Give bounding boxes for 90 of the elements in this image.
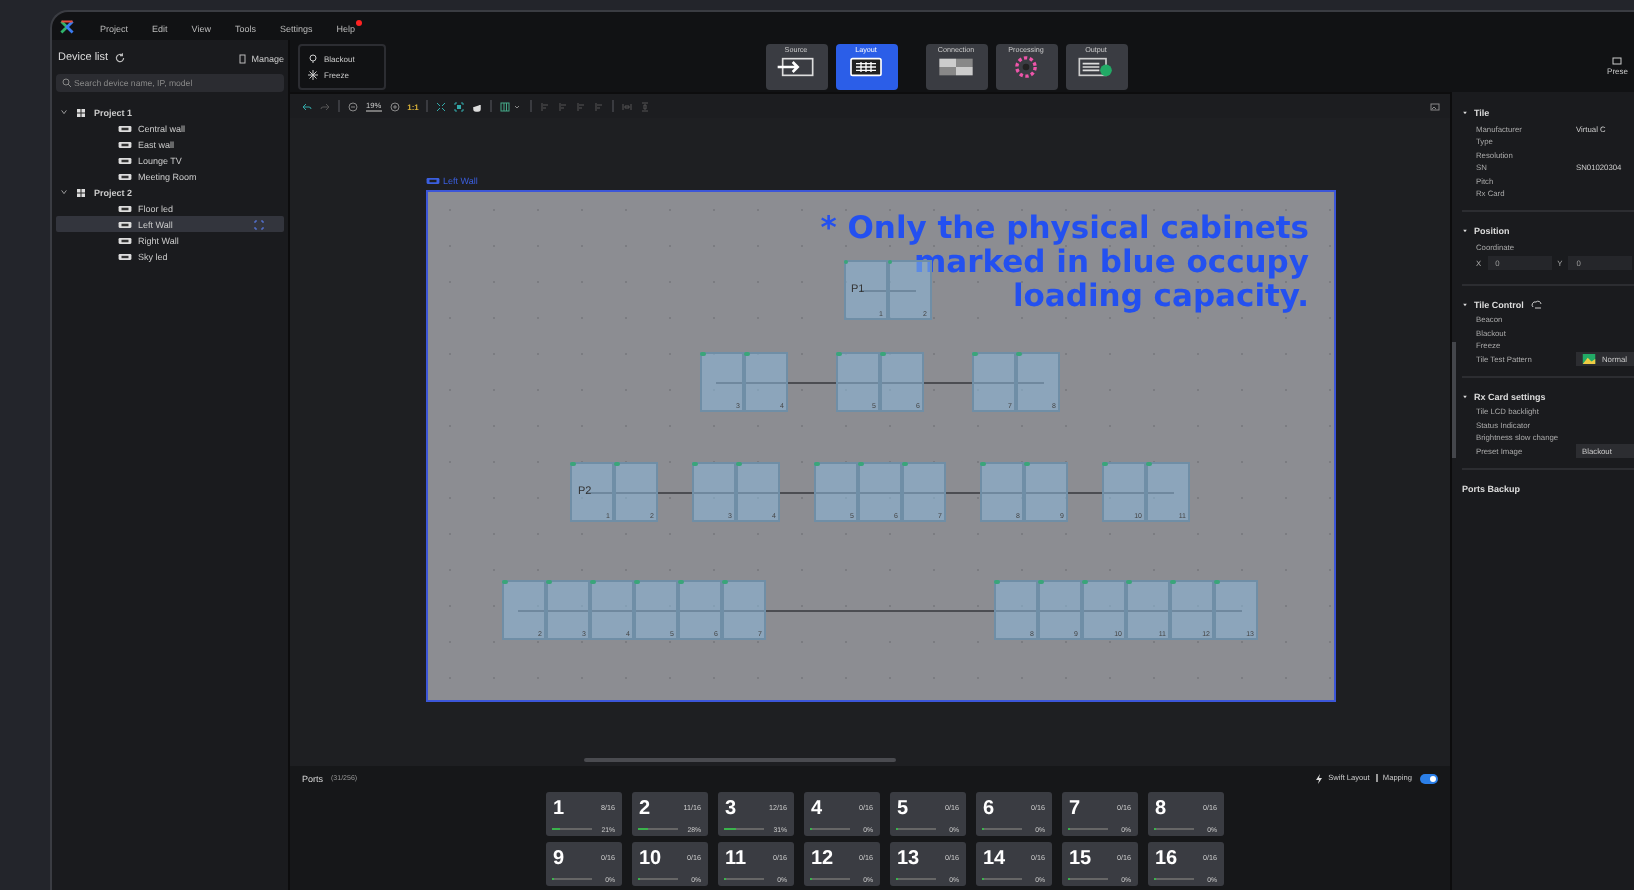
status-dot	[744, 351, 749, 356]
grid-icon	[74, 187, 88, 197]
status-dot	[722, 579, 727, 584]
status-dot	[736, 461, 741, 466]
grid-icon	[74, 107, 88, 117]
caret-icon[interactable]	[1462, 301, 1468, 307]
screen-icon	[118, 235, 132, 245]
caret-icon	[60, 108, 68, 116]
screen-icon	[1076, 55, 1116, 77]
note-line: loading capacity.	[1012, 279, 1309, 313]
port-number: 4	[811, 798, 823, 820]
status-dot	[994, 579, 999, 584]
port-number: 15	[1069, 848, 1092, 870]
grid-screen-icon	[846, 55, 886, 77]
device-icon	[237, 53, 248, 63]
snowflake-icon	[308, 69, 318, 79]
caret-icon[interactable]	[1462, 228, 1468, 234]
mapping-toggle[interactable]	[1420, 773, 1438, 783]
status-dot	[1102, 461, 1107, 466]
status-dot	[502, 579, 507, 584]
status-dot	[634, 579, 639, 584]
refresh-icon[interactable]	[114, 52, 127, 64]
port-number: 11	[725, 848, 747, 870]
port-number: 12	[811, 848, 834, 870]
port-number: 13	[897, 848, 920, 870]
search-icon	[62, 78, 72, 88]
screen-icon	[118, 139, 132, 149]
logo-icon	[60, 19, 74, 33]
port-number: 14	[983, 848, 1006, 870]
scrollbar[interactable]	[584, 758, 896, 762]
screen-icon	[118, 171, 132, 181]
caret-icon	[60, 188, 68, 196]
status-dot	[843, 259, 848, 264]
status-dot	[814, 461, 819, 466]
port-number: 8	[1155, 798, 1167, 820]
image-icon[interactable]	[1430, 101, 1440, 111]
status-dot	[836, 351, 841, 356]
status-dot	[972, 351, 977, 356]
status-dot	[858, 461, 863, 466]
status-dot	[1170, 579, 1175, 584]
status-dot	[880, 351, 885, 356]
screen-icon	[1612, 56, 1623, 66]
zoom-out-icon[interactable]	[348, 101, 358, 111]
status-dot	[902, 461, 907, 466]
caret-icon[interactable]	[1462, 393, 1468, 399]
status-dot	[678, 579, 683, 584]
status-dot	[1016, 351, 1021, 356]
screen-icon	[425, 176, 439, 186]
undo-icon[interactable]	[302, 101, 312, 111]
port-number: 3	[725, 798, 737, 820]
status-dot	[1082, 579, 1087, 584]
port-number: 1	[553, 798, 565, 820]
port-number: 6	[983, 798, 995, 820]
status-dot	[1024, 461, 1029, 466]
panels-icon	[936, 55, 976, 77]
status-dot	[1126, 579, 1131, 584]
screen-icon	[118, 123, 132, 133]
status-dot	[1038, 579, 1043, 584]
port-number: 10	[639, 848, 662, 870]
status-dot	[887, 259, 892, 264]
fit-icon[interactable]	[436, 101, 447, 111]
focus-icon[interactable]	[254, 219, 264, 229]
port-number: 16	[1155, 848, 1178, 870]
port-number: 5	[897, 798, 909, 820]
caret-icon[interactable]	[1462, 110, 1468, 116]
sync-icon[interactable]	[1529, 299, 1544, 309]
status-dot	[570, 461, 575, 466]
screen-icon	[118, 251, 132, 261]
screen-icon	[118, 219, 132, 229]
notification-dot	[355, 19, 362, 25]
fit-screen-icon[interactable]	[454, 101, 465, 111]
status-dot	[1146, 461, 1151, 466]
bulb-icon	[308, 53, 318, 63]
status-dot	[692, 461, 697, 466]
status-dot	[546, 579, 551, 584]
port-number: 7	[1069, 798, 1081, 820]
zoom-in-icon[interactable]	[389, 101, 400, 111]
status-dot	[1214, 579, 1219, 584]
port-number: 9	[553, 848, 565, 870]
screen-icon	[118, 203, 132, 213]
scrollbar[interactable]	[1452, 342, 1455, 458]
status-dot	[700, 351, 705, 356]
status-dot	[980, 461, 985, 466]
note-line: * Only the physical cabinets	[820, 211, 1309, 245]
grid-icon[interactable]	[500, 101, 511, 111]
status-dot	[590, 579, 595, 584]
lightning-icon	[1314, 773, 1325, 783]
status-dot	[614, 461, 619, 466]
screen-icon	[118, 155, 132, 165]
port-number: 2	[639, 798, 651, 820]
